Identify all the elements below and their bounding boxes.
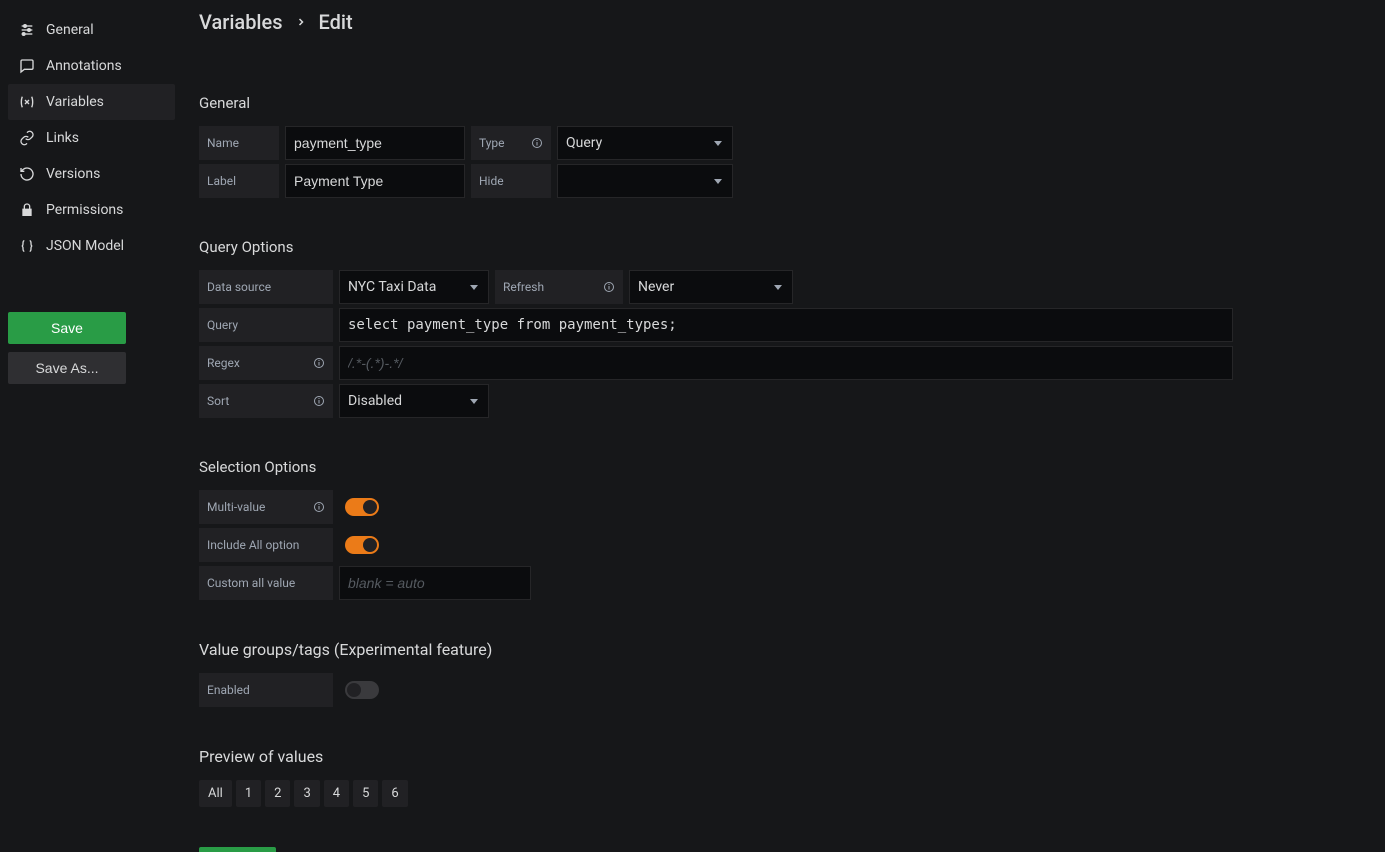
- info-icon: [313, 395, 325, 407]
- field-label-enabled: Enabled: [199, 673, 333, 707]
- sidebar-item-annotations[interactable]: Annotations: [8, 48, 175, 84]
- field-label-query: Query: [199, 308, 333, 342]
- info-icon: [603, 281, 615, 293]
- field-label-include-all: Include All option: [199, 528, 333, 562]
- sidebar-item-label: Variables: [46, 94, 104, 110]
- section-general: General Name Type Query Label Hide: [199, 94, 1357, 198]
- section-selection-options: Selection Options Multi-value Include Al…: [199, 458, 1357, 600]
- sidebar-item-links[interactable]: Links: [8, 120, 175, 156]
- sidebar-item-label: JSON Model: [46, 238, 124, 254]
- custom-all-input[interactable]: [339, 566, 531, 600]
- preview-chip: 4: [324, 780, 349, 807]
- section-title: Selection Options: [199, 458, 1357, 476]
- field-label-regex: Regex: [199, 346, 333, 380]
- section-title: Value groups/tags (Experimental feature): [199, 640, 1357, 659]
- breadcrumb-root[interactable]: Variables: [199, 10, 283, 34]
- field-label-multivalue: Multi-value: [199, 490, 333, 524]
- breadcrumb-leaf: Edit: [319, 10, 353, 34]
- datasource-select[interactable]: NYC Taxi Data: [339, 270, 489, 304]
- preview-chip: All: [199, 780, 232, 807]
- sidebar-item-json-model[interactable]: JSON Model: [8, 228, 175, 264]
- regex-input[interactable]: [339, 346, 1233, 380]
- field-label-refresh: Refresh: [495, 270, 623, 304]
- refresh-select[interactable]: Never: [629, 270, 793, 304]
- info-icon: [313, 501, 325, 513]
- sidebar-item-permissions[interactable]: Permissions: [8, 192, 175, 228]
- field-label-type: Type: [471, 126, 551, 160]
- section-query-options: Query Options Data source NYC Taxi Data …: [199, 238, 1357, 418]
- chevron-right-icon: [295, 16, 307, 28]
- section-value-groups: Value groups/tags (Experimental feature)…: [199, 640, 1357, 707]
- update-button[interactable]: Update: [199, 847, 276, 852]
- field-label-name: Name: [199, 126, 279, 160]
- sidebar-item-label: Annotations: [46, 58, 122, 74]
- save-button[interactable]: Save: [8, 312, 126, 344]
- comment-icon: [18, 58, 36, 74]
- preview-chip: 3: [294, 780, 319, 807]
- query-textarea[interactable]: [339, 308, 1233, 342]
- name-input[interactable]: [285, 126, 465, 160]
- history-icon: [18, 166, 36, 182]
- sliders-icon: [18, 22, 36, 38]
- breadcrumb: Variables Edit: [199, 10, 1357, 34]
- field-label-label: Label: [199, 164, 279, 198]
- sidebar-item-label: Links: [46, 130, 79, 146]
- preview-chip: 6: [382, 780, 407, 807]
- sidebar-item-variables[interactable]: Variables: [8, 84, 175, 120]
- save-as-button[interactable]: Save As...: [8, 352, 126, 384]
- sidebar-item-general[interactable]: General: [8, 12, 175, 48]
- hide-select[interactable]: [557, 164, 733, 198]
- lock-icon: [18, 202, 36, 218]
- section-title: Query Options: [199, 238, 1357, 256]
- include-all-toggle[interactable]: [345, 536, 379, 554]
- field-label-hide: Hide: [471, 164, 551, 198]
- section-title: Preview of values: [199, 747, 1357, 766]
- multi-value-toggle[interactable]: [345, 498, 379, 516]
- preview-chip: 5: [353, 780, 378, 807]
- info-icon: [531, 137, 543, 149]
- sidebar-item-label: Permissions: [46, 202, 123, 218]
- sort-select[interactable]: Disabled: [339, 384, 489, 418]
- sidebar-item-label: General: [46, 22, 94, 38]
- preview-chip: 1: [236, 780, 261, 807]
- variable-icon: [18, 94, 36, 110]
- sidebar-item-versions[interactable]: Versions: [8, 156, 175, 192]
- type-select[interactable]: Query: [557, 126, 733, 160]
- section-preview: Preview of values All 1 2 3 4 5 6: [199, 747, 1357, 807]
- info-icon: [313, 357, 325, 369]
- field-label-custom-all: Custom all value: [199, 566, 333, 600]
- field-label-sort: Sort: [199, 384, 333, 418]
- label-input[interactable]: [285, 164, 465, 198]
- field-label-datasource: Data source: [199, 270, 333, 304]
- json-icon: [18, 238, 36, 254]
- preview-chip: 2: [265, 780, 290, 807]
- main-content: Variables Edit General Name Type Query L…: [183, 0, 1385, 852]
- settings-sidebar: General Annotations Variables Links Vers…: [0, 0, 183, 852]
- link-icon: [18, 130, 36, 146]
- sidebar-item-label: Versions: [46, 166, 100, 182]
- section-title: General: [199, 94, 1357, 112]
- tags-enabled-toggle[interactable]: [345, 681, 379, 699]
